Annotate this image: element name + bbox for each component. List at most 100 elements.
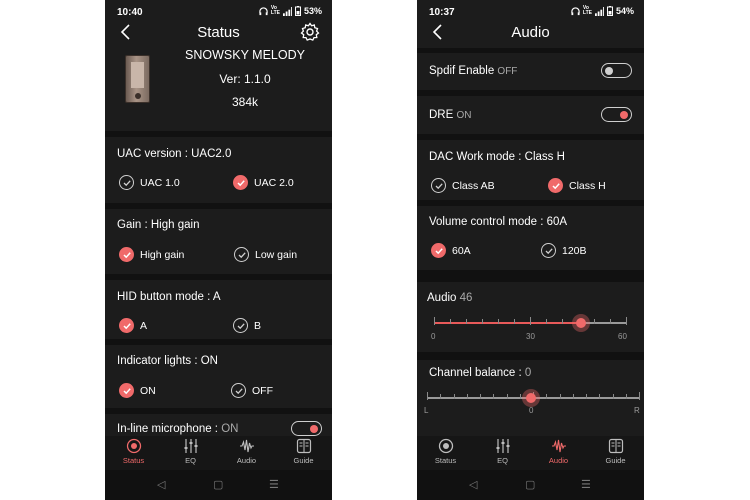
- slider-tick: [546, 394, 548, 399]
- spdif-enable-toggle[interactable]: [601, 63, 632, 78]
- slider-tick: [514, 319, 515, 324]
- option-label: B: [254, 319, 262, 332]
- nav-back-icon[interactable]: ◁: [469, 478, 477, 491]
- tab-audio[interactable]: Audio: [218, 438, 275, 465]
- audio-scale-mid: 30: [526, 332, 535, 341]
- check-icon: [541, 243, 556, 258]
- system-icons: Vo LTE 54%: [571, 6, 634, 16]
- divider: [105, 131, 332, 137]
- gear-icon[interactable]: [300, 22, 320, 42]
- dre-label: DRE ON: [429, 109, 472, 121]
- tab-audio[interactable]: Audio: [530, 438, 587, 465]
- slider-tick: [482, 319, 483, 324]
- system-nav-bar: ◁ ▢ ☰: [105, 470, 332, 500]
- option-label: A: [140, 319, 148, 332]
- slider-tick: [572, 394, 574, 399]
- slider-tick: [519, 394, 521, 399]
- signal-icon: [282, 6, 292, 16]
- status-icon: [126, 438, 141, 454]
- option-label: ON: [140, 384, 156, 397]
- nav-menu-icon[interactable]: ☰: [581, 478, 591, 491]
- option-label: OFF: [252, 384, 273, 397]
- slider-tick: [610, 319, 611, 324]
- slider-tick: [612, 394, 614, 399]
- gain-label: Gain : High gain: [117, 219, 200, 231]
- channel-balance-thumb[interactable]: [522, 389, 540, 407]
- page-title: Audio: [511, 24, 550, 41]
- system-icons: Vo LTE 53%: [259, 6, 322, 16]
- system-nav-bar: ◁ ▢ ☰: [417, 470, 644, 500]
- bottom-tab-bar: Status EQ Audio Guide: [105, 436, 332, 470]
- slider-tick: [559, 394, 561, 399]
- tab-status[interactable]: Status: [417, 438, 474, 465]
- tab-eq[interactable]: EQ: [474, 438, 531, 465]
- spdif-state: OFF: [497, 66, 518, 77]
- option-label: Low gain: [255, 248, 298, 261]
- divider: [105, 203, 332, 209]
- check-icon: [431, 178, 446, 193]
- divider: [417, 48, 644, 53]
- check-icon: [231, 383, 246, 398]
- low-gain-option[interactable]: Low gain: [234, 247, 297, 262]
- high-gain-option[interactable]: High gain: [119, 247, 184, 262]
- top-bar: Audio: [417, 18, 644, 46]
- dre-toggle[interactable]: [601, 107, 632, 122]
- divider: [417, 352, 644, 360]
- nav-back-icon[interactable]: ◁: [157, 478, 165, 491]
- slider-tick: [506, 394, 508, 399]
- inline-microphone-state: ON: [221, 423, 239, 435]
- tab-eq[interactable]: EQ: [162, 438, 219, 465]
- tab-status[interactable]: Status: [105, 438, 162, 465]
- headphones-icon: [571, 6, 580, 15]
- class-h-option[interactable]: Class H: [548, 178, 606, 193]
- option-label: Class AB: [452, 179, 495, 192]
- divider: [417, 200, 644, 206]
- slider-tick: [639, 392, 640, 400]
- nav-menu-icon[interactable]: ☰: [269, 478, 279, 491]
- nav-home-icon[interactable]: ▢: [525, 478, 535, 491]
- audio-volume-label: Audio 46: [427, 292, 473, 304]
- indicator-on-option[interactable]: ON: [119, 383, 156, 398]
- check-icon: [431, 243, 446, 258]
- uac-1-option[interactable]: UAC 1.0: [119, 175, 180, 190]
- nav-home-icon[interactable]: ▢: [213, 478, 223, 491]
- tab-guide[interactable]: Guide: [275, 438, 332, 465]
- class-ab-option[interactable]: Class AB: [431, 178, 495, 193]
- indicator-off-option[interactable]: OFF: [231, 383, 273, 398]
- check-icon: [233, 318, 248, 333]
- slider-tick: [466, 319, 467, 324]
- guide-icon: [608, 438, 623, 454]
- option-label: 120B: [562, 244, 587, 257]
- sample-rate: 384k: [231, 95, 259, 109]
- hid-b-option[interactable]: B: [233, 318, 261, 333]
- inline-microphone-label: In-line microphone : ON: [117, 423, 239, 435]
- tab-guide[interactable]: Guide: [587, 438, 644, 465]
- volume-120b-option[interactable]: 120B: [541, 243, 587, 258]
- slider-tick: [453, 394, 455, 399]
- audio-scale-max: 60: [618, 332, 627, 341]
- status-screen: 10:40 Vo LTE 53% Status SNOWSKY MELODY Ve…: [105, 0, 332, 500]
- spdif-enable-label: Spdif Enable OFF: [429, 65, 518, 77]
- divider: [417, 90, 644, 96]
- uac-2-option[interactable]: UAC 2.0: [233, 175, 294, 190]
- inline-microphone-toggle[interactable]: [291, 421, 322, 436]
- slider-tick: [466, 394, 468, 399]
- option-label: UAC 2.0: [254, 176, 294, 189]
- slider-tick: [586, 394, 587, 399]
- indicator-lights-label: Indicator lights : ON: [117, 355, 218, 367]
- clock: 10:37: [429, 7, 455, 18]
- volte-icon: Vo LTE: [582, 5, 592, 16]
- slider-tick: [493, 394, 495, 399]
- check-icon: [119, 383, 134, 398]
- balance-left-label: L: [424, 406, 429, 415]
- hid-a-option[interactable]: A: [119, 318, 147, 333]
- clock: 10:40: [117, 7, 143, 18]
- audio-volume-thumb[interactable]: [572, 314, 591, 332]
- slider-tick: [599, 394, 601, 399]
- eq-icon: [184, 439, 197, 453]
- firmware-version: Ver: 1.1.0: [219, 72, 271, 86]
- channel-balance-label: Channel balance : 0: [429, 367, 532, 379]
- volume-60a-option[interactable]: 60A: [431, 243, 471, 258]
- status-icon: [438, 438, 453, 454]
- check-icon: [119, 318, 134, 333]
